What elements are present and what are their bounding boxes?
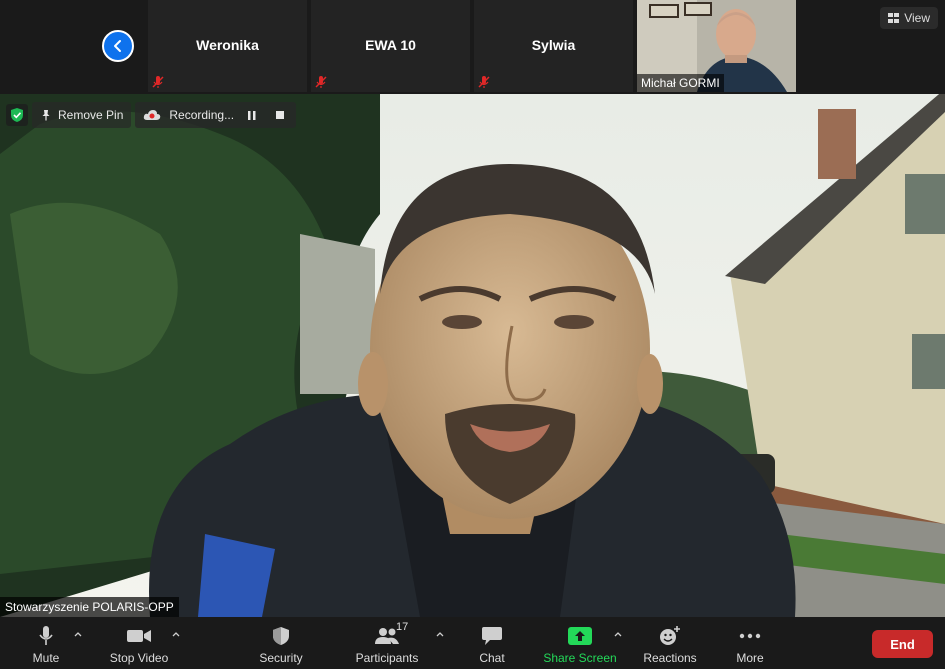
reactions-button[interactable]: Reactions [640,623,700,665]
share-options-caret[interactable] [612,629,624,639]
mute-button[interactable]: Mute [28,623,64,665]
participant-strip: Weronika EWA 10 Sylwia Michał GORMI View [0,0,945,94]
more-dots-icon [739,633,761,639]
speaker-video-feed [0,94,945,617]
recording-indicator: Recording... [135,102,297,128]
chat-label: Chat [479,651,505,665]
participant-name: Sylwia [531,37,576,53]
chevron-up-icon [614,631,622,636]
microphone-icon [39,626,53,645]
video-camera-icon [127,630,151,642]
mic-muted-icon [152,76,164,88]
pause-recording-button[interactable] [242,106,262,124]
smiley-plus-icon [660,626,680,645]
security-button[interactable]: Security [256,623,306,665]
view-button[interactable]: View [880,7,938,29]
stop-video-button[interactable]: Stop Video [104,623,174,665]
more-button[interactable]: More [732,623,768,665]
chevron-up-icon [74,631,82,636]
chevron-up-icon [172,631,180,636]
encryption-badge[interactable] [6,104,28,126]
shield-check-icon [11,108,23,122]
participant-tile-sylwia[interactable]: Sylwia [474,0,633,92]
audio-options-caret[interactable] [72,629,84,639]
view-label: View [904,11,930,25]
reactions-label: Reactions [643,651,697,665]
participants-label: Participants [355,651,419,665]
mic-muted-icon [315,76,327,88]
participant-name: EWA 10 [365,37,416,53]
participant-tile-michal-gormi[interactable]: Michał GORMI [637,0,796,92]
end-meeting-button[interactable]: End [872,630,933,658]
recording-label: Recording... [169,108,235,122]
cloud-record-icon [144,110,161,120]
stop-video-label: Stop Video [109,651,169,665]
security-label: Security [259,651,303,665]
stop-recording-button[interactable] [270,106,290,124]
participant-name: Michał GORMI [637,74,724,92]
shield-icon [273,627,289,645]
stop-icon [276,111,285,119]
participants-count: 17 [396,621,409,633]
meeting-toolbar: Mute Stop Video Security 17 Participants… [0,617,945,669]
participant-tile-ewa-10[interactable]: EWA 10 [311,0,470,92]
grid-view-icon [888,13,900,23]
more-label: More [736,651,764,665]
mute-label: Mute [32,651,60,665]
speaker-name-label: Stowarzyszenie POLARIS-OPP [0,597,179,617]
active-speaker-video[interactable]: Remove Pin Recording... Stowarzyszenie P… [0,94,945,617]
participant-tile-weronika[interactable]: Weronika [148,0,307,92]
video-options-caret[interactable] [170,629,182,639]
participant-name: Weronika [196,37,259,53]
video-overlay-controls: Remove Pin Recording... [6,102,297,128]
remove-pin-label: Remove Pin [58,108,124,122]
chevron-up-icon [436,631,444,636]
strip-prev-button[interactable] [102,30,134,62]
participants-options-caret[interactable] [434,629,446,639]
share-screen-button[interactable]: Share Screen [543,623,617,665]
share-screen-label: Share Screen [543,651,617,665]
chat-button[interactable]: Chat [474,623,510,665]
pause-icon [248,110,256,120]
pin-icon [42,110,50,121]
share-screen-icon [568,627,592,645]
chat-bubble-icon [482,627,502,645]
remove-pin-button[interactable]: Remove Pin [32,102,132,128]
mic-muted-icon [478,76,490,88]
chevron-left-icon [114,40,121,52]
participants-button[interactable]: 17 Participants [352,621,422,665]
